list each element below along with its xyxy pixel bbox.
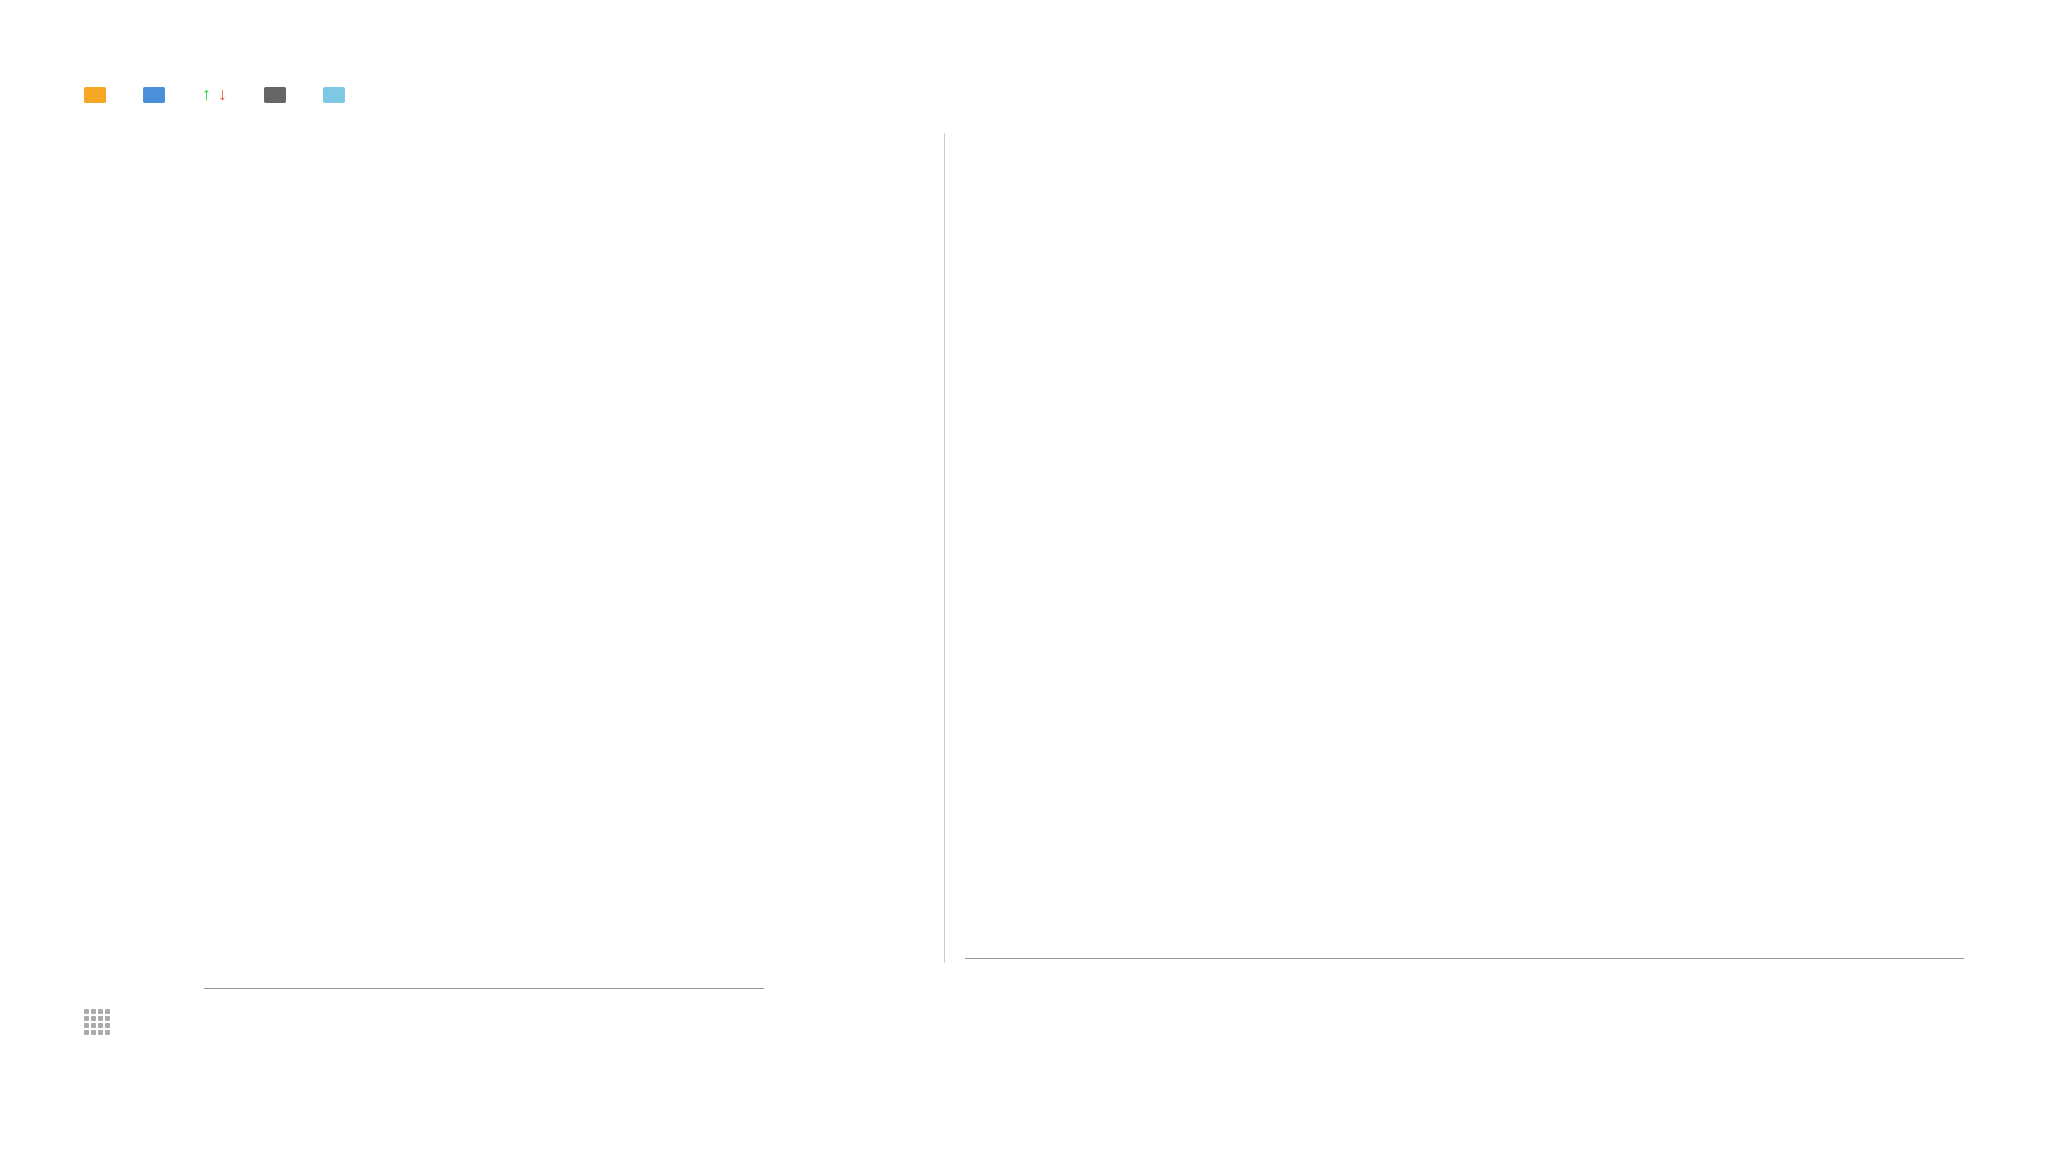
legend-prime-day bbox=[143, 87, 172, 103]
right-chart bbox=[945, 133, 1964, 993]
main-container: ↑ ↓ bbox=[34, 26, 2014, 1126]
arrow-up-icon: ↑ bbox=[202, 84, 211, 105]
legend-organic bbox=[264, 87, 293, 103]
legend-prime-day-color bbox=[143, 87, 165, 103]
legend-pre-event-color bbox=[84, 87, 106, 103]
left-x-axis bbox=[204, 988, 764, 993]
legend-sponsored bbox=[323, 87, 352, 103]
legend-pre-event bbox=[84, 87, 113, 103]
charts-area bbox=[84, 133, 1964, 993]
legend-diff: ↑ ↓ bbox=[202, 84, 234, 105]
left-chart-inner bbox=[84, 133, 764, 988]
arrow-down-icon: ↓ bbox=[218, 84, 227, 105]
footer bbox=[84, 1009, 1964, 1035]
legend-sponsored-color bbox=[323, 87, 345, 103]
legend: ↑ ↓ bbox=[84, 84, 1964, 105]
right-chart-inner bbox=[945, 133, 1964, 958]
dataweave-grid-icon bbox=[84, 1009, 110, 1035]
right-x-axis bbox=[965, 958, 1964, 963]
legend-organic-color bbox=[264, 87, 286, 103]
left-chart bbox=[84, 133, 764, 993]
diff-rows bbox=[764, 133, 944, 963]
diff-column bbox=[764, 133, 944, 993]
